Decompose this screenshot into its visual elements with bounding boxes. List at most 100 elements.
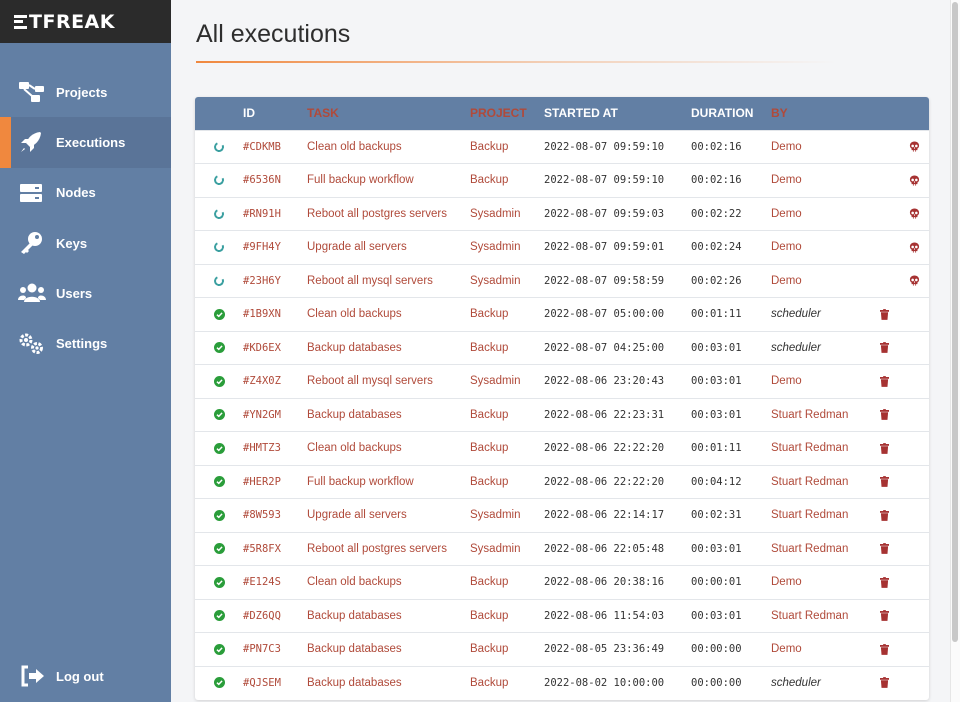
execution-id-link[interactable]: #DZ6QQ [243,599,307,633]
task-link[interactable]: Reboot all postgres servers [307,197,470,231]
kill-skull-icon[interactable] [909,141,920,152]
project-link[interactable]: Backup [470,666,544,700]
project-link[interactable]: Backup [470,398,544,432]
started-by-link[interactable]: Demo [771,566,869,600]
project-link[interactable]: Backup [470,465,544,499]
project-link[interactable]: Backup [470,599,544,633]
delete-trash-icon[interactable] [879,543,889,555]
kill-skull-icon[interactable] [909,175,920,186]
table-row[interactable]: #1B9XN Clean old backups Backup 2022-08-07 … [195,297,929,332]
task-link[interactable]: Upgrade all servers [307,499,470,533]
table-row[interactable]: #KD6EX Backup databases Backup 2022-08-07 0… [195,331,929,365]
sidebar-item-nodes[interactable]: Nodes [0,168,171,218]
started-by-link[interactable]: Demo [771,130,869,164]
execution-id-link[interactable]: #5R8FX [243,532,307,566]
app-logo[interactable]: TFREAK [14,11,115,33]
project-link[interactable]: Backup [470,298,544,332]
table-row[interactable]: #CDKMB Clean old backups Backup 2022-08-07 … [195,130,929,164]
table-row[interactable]: #RN91H Reboot all postgres servers Sysadmi… [195,197,929,231]
execution-id-link[interactable]: #KD6EX [243,331,307,365]
sidebar-item-keys[interactable]: Keys [0,218,171,268]
started-by-link[interactable]: Stuart Redman [771,499,869,533]
project-link[interactable]: Backup [470,331,544,365]
task-link[interactable]: Full backup workflow [307,164,470,198]
table-row[interactable]: #5R8FX Reboot all postgres servers Sysadmi… [195,532,929,566]
table-row[interactable]: #Z4X0Z Reboot all mysql servers Sysadmin 20… [195,364,929,399]
project-link[interactable]: Backup [470,164,544,198]
table-row[interactable]: #23H6Y Reboot all mysql servers Sysadmin 20… [195,264,929,298]
execution-id-link[interactable]: #HER2P [243,465,307,499]
delete-trash-icon[interactable] [879,375,889,387]
table-row[interactable]: #E124S Clean old backups Backup 2022-08-06 … [195,565,929,600]
task-link[interactable]: Clean old backups [307,130,470,164]
sidebar-item-projects[interactable]: Projects [0,67,171,117]
kill-skull-icon[interactable] [909,275,920,286]
table-row[interactable]: #9FH4Y Upgrade all servers Sysadmin 2022-08… [195,230,929,265]
task-link[interactable]: Backup databases [307,398,470,432]
project-link[interactable]: Backup [470,130,544,164]
delete-trash-icon[interactable] [879,643,889,655]
table-row[interactable]: #PN7C3 Backup databases Backup 2022-08-05 2… [195,632,929,667]
task-link[interactable]: Full backup workflow [307,465,470,499]
project-link[interactable]: Backup [470,432,544,466]
project-link[interactable]: Sysadmin [470,197,544,231]
table-row[interactable]: #HER2P Full backup workflow Backup 2022-08-… [195,465,929,499]
logout-button[interactable]: Log out [0,662,171,690]
execution-id-link[interactable]: #8W593 [243,499,307,533]
started-by-link[interactable]: Stuart Redman [771,432,869,466]
task-link[interactable]: Clean old backups [307,566,470,600]
started-by-link[interactable]: Stuart Redman [771,465,869,499]
delete-trash-icon[interactable] [879,509,889,521]
task-link[interactable]: Reboot all mysql servers [307,264,470,298]
task-link[interactable]: Reboot all mysql servers [307,365,470,399]
project-link[interactable]: Sysadmin [470,231,544,265]
table-row[interactable]: #8W593 Upgrade all servers Sysadmin 2022-08… [195,498,929,533]
project-link[interactable]: Backup [470,566,544,600]
started-by-link[interactable]: Stuart Redman [771,532,869,566]
project-link[interactable]: Sysadmin [470,365,544,399]
delete-trash-icon[interactable] [879,476,889,488]
delete-trash-icon[interactable] [879,342,889,354]
table-row[interactable]: #QJSEM Backup databases Backup 2022-08-02 1… [195,666,929,700]
execution-id-link[interactable]: #YN2GM [243,398,307,432]
execution-id-link[interactable]: #6536N [243,164,307,198]
started-by-link[interactable]: Stuart Redman [771,599,869,633]
task-link[interactable]: Backup databases [307,599,470,633]
task-link[interactable]: Backup databases [307,666,470,700]
sidebar-item-executions[interactable]: Executions [0,117,171,168]
task-link[interactable]: Backup databases [307,633,470,667]
page-scrollbar-thumb[interactable] [952,2,958,642]
kill-skull-icon[interactable] [909,208,920,219]
started-by-link[interactable]: Demo [771,231,869,265]
table-row[interactable]: #DZ6QQ Backup databases Backup 2022-08-06 1… [195,599,929,633]
started-by-link[interactable]: Demo [771,264,869,298]
execution-id-link[interactable]: #Z4X0Z [243,365,307,399]
task-link[interactable]: Reboot all postgres servers [307,532,470,566]
started-by-link[interactable]: Stuart Redman [771,398,869,432]
task-link[interactable]: Backup databases [307,331,470,365]
execution-id-link[interactable]: #PN7C3 [243,633,307,667]
execution-id-link[interactable]: #E124S [243,566,307,600]
execution-id-link[interactable]: #1B9XN [243,298,307,332]
started-by-link[interactable]: Demo [771,633,869,667]
delete-trash-icon[interactable] [879,677,889,689]
execution-id-link[interactable]: #9FH4Y [243,231,307,265]
execution-id-link[interactable]: #RN91H [243,197,307,231]
kill-skull-icon[interactable] [909,242,920,253]
delete-trash-icon[interactable] [879,442,889,454]
task-link[interactable]: Clean old backups [307,298,470,332]
started-by-link[interactable]: Demo [771,365,869,399]
project-link[interactable]: Backup [470,633,544,667]
delete-trash-icon[interactable] [879,576,889,588]
sidebar-item-settings[interactable]: Settings [0,318,171,368]
project-link[interactable]: Sysadmin [470,499,544,533]
execution-id-link[interactable]: #QJSEM [243,666,307,700]
delete-trash-icon[interactable] [879,308,889,320]
started-by-link[interactable]: Demo [771,197,869,231]
execution-id-link[interactable]: #HMTZ3 [243,432,307,466]
execution-id-link[interactable]: #23H6Y [243,264,307,298]
task-link[interactable]: Clean old backups [307,432,470,466]
table-row[interactable]: #YN2GM Backup databases Backup 2022-08-06 2… [195,398,929,432]
project-link[interactable]: Sysadmin [470,532,544,566]
delete-trash-icon[interactable] [879,610,889,622]
